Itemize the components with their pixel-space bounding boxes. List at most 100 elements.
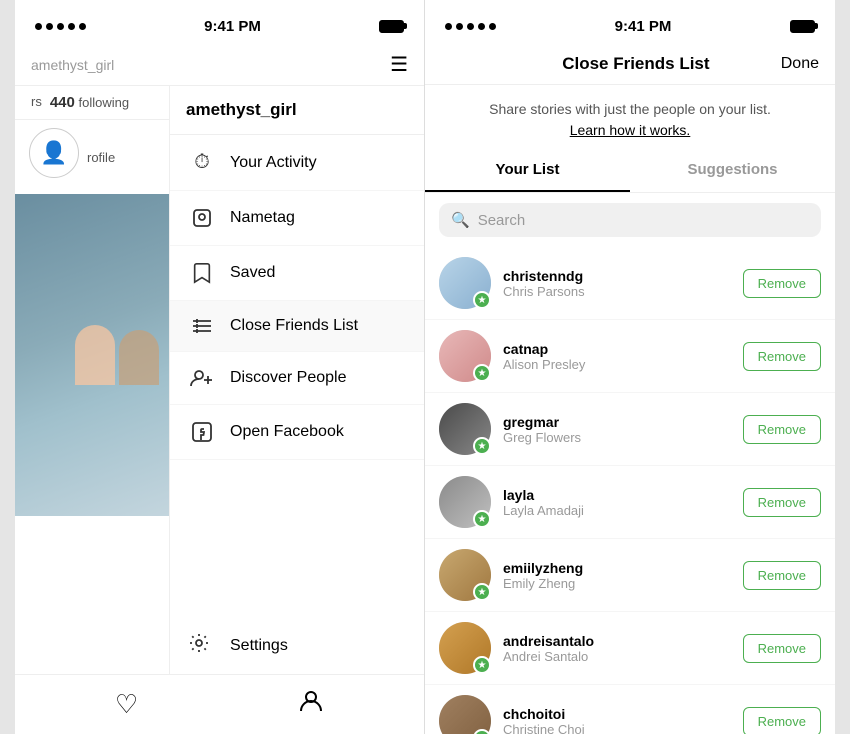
list-item: ★ layla Layla Amadaji Remove: [425, 466, 835, 539]
remove-button[interactable]: Remove: [743, 269, 821, 298]
facebook-icon: [188, 421, 216, 443]
menu-saved-label: Saved: [230, 264, 275, 282]
info-description: Share stories with just the people on yo…: [489, 101, 771, 117]
close-friend-badge: ★: [473, 510, 491, 528]
profile-header: amethyst_girl ☰: [15, 44, 424, 86]
friend-name: Andrei Santalo: [503, 649, 743, 664]
following-stat: 440 following: [50, 94, 129, 111]
add-profile-icon[interactable]: 👤: [29, 128, 79, 178]
nav-heart[interactable]: ♡: [115, 689, 138, 720]
status-bar-left: 9:41 PM: [15, 0, 424, 44]
close-friends-title: Close Friends List: [562, 54, 709, 74]
close-friend-badge: ★: [473, 656, 491, 674]
username-label: amethyst_girl: [31, 57, 114, 73]
status-time-left: 9:41 PM: [204, 18, 261, 35]
done-button[interactable]: Done: [781, 55, 819, 73]
close-friend-badge: ★: [473, 437, 491, 455]
avatar: ★: [439, 622, 491, 674]
remove-button[interactable]: Remove: [743, 488, 821, 517]
info-link[interactable]: Learn how it works.: [570, 122, 691, 138]
remove-button[interactable]: Remove: [743, 634, 821, 663]
menu-item-discover[interactable]: Discover People: [170, 352, 424, 405]
settings-label: Settings: [230, 637, 288, 655]
status-time-right: 9:41 PM: [615, 18, 672, 35]
right-phone: 9:41 PM Close Friends List Done Share st…: [425, 0, 835, 734]
menu-item-saved[interactable]: Saved: [170, 246, 424, 301]
avatar: ★: [439, 330, 491, 382]
status-bar-right: 9:41 PM: [425, 0, 835, 44]
friend-name: Layla Amadaji: [503, 503, 743, 518]
menu-item-nametag[interactable]: Nametag: [170, 191, 424, 246]
search-placeholder: Search: [478, 212, 526, 229]
close-friend-badge: ★: [473, 364, 491, 382]
discover-icon: [188, 368, 216, 388]
friend-name: Christine Choi: [503, 722, 743, 734]
remove-button[interactable]: Remove: [743, 415, 821, 444]
friend-info: chchoitoi Christine Choi: [503, 706, 743, 734]
profile-link: rofile: [87, 150, 115, 165]
remove-button[interactable]: Remove: [743, 342, 821, 371]
nametag-icon: [188, 207, 216, 229]
settings-icon: [188, 632, 216, 660]
friend-username: layla: [503, 487, 743, 503]
friend-name: Greg Flowers: [503, 430, 743, 445]
close-friends-icon: [188, 317, 216, 335]
friend-info: andreisantalo Andrei Santalo: [503, 633, 743, 664]
friend-info: christenndg Chris Parsons: [503, 268, 743, 299]
following-label: following: [79, 95, 130, 110]
signal-dots: [35, 23, 86, 30]
tabs-container: Your List Suggestions: [425, 149, 835, 193]
friend-info: catnap Alison Presley: [503, 341, 743, 372]
avatar: ★: [439, 695, 491, 734]
friend-username: chchoitoi: [503, 706, 743, 722]
friend-info: emiilyzheng Emily Zheng: [503, 560, 743, 591]
close-friend-badge: ★: [473, 291, 491, 309]
friend-name: Emily Zheng: [503, 576, 743, 591]
avatar: ★: [439, 549, 491, 601]
menu-nametag-label: Nametag: [230, 209, 295, 227]
activity-icon: ⏱: [188, 151, 216, 174]
menu-item-activity[interactable]: ⏱ Your Activity: [170, 135, 424, 191]
tab-suggestions[interactable]: Suggestions: [630, 149, 835, 192]
friend-info: gregmar Greg Flowers: [503, 414, 743, 445]
followers-label: rs: [31, 94, 42, 109]
menu-item-close-friends[interactable]: Close Friends List: [170, 301, 424, 352]
menu-discover-label: Discover People: [230, 369, 347, 387]
friend-username: christenndg: [503, 268, 743, 284]
list-item: ★ catnap Alison Presley Remove: [425, 320, 835, 393]
hamburger-menu-icon[interactable]: ☰: [390, 52, 408, 77]
friend-name: Alison Presley: [503, 357, 743, 372]
profile-area: rs 440 following 👤 rofile: [15, 86, 424, 674]
avatar: ★: [439, 476, 491, 528]
remove-button[interactable]: Remove: [743, 707, 821, 734]
friend-username: catnap: [503, 341, 743, 357]
dropdown-menu: amethyst_girl ⏱ Your Activity Nametag: [169, 86, 424, 674]
info-text: Share stories with just the people on yo…: [425, 85, 835, 149]
nav-person[interactable]: [298, 688, 324, 721]
battery-icon-right: [790, 20, 815, 33]
menu-item-settings[interactable]: Settings: [170, 618, 424, 674]
friend-info: layla Layla Amadaji: [503, 487, 743, 518]
list-item: ★ chchoitoi Christine Choi Remove: [425, 685, 835, 734]
avatar: ★: [439, 257, 491, 309]
avatar: ★: [439, 403, 491, 455]
close-friend-badge: ★: [473, 583, 491, 601]
list-item: ★ christenndg Chris Parsons Remove: [425, 247, 835, 320]
bottom-nav: ♡: [15, 674, 424, 734]
dropdown-username: amethyst_girl: [170, 86, 424, 135]
friend-username: andreisantalo: [503, 633, 743, 649]
search-bar[interactable]: 🔍 Search: [439, 203, 821, 237]
remove-button[interactable]: Remove: [743, 561, 821, 590]
saved-icon: [188, 262, 216, 284]
friend-name: Chris Parsons: [503, 284, 743, 299]
following-count: 440: [50, 94, 75, 111]
menu-facebook-label: Open Facebook: [230, 423, 344, 441]
friend-username: gregmar: [503, 414, 743, 430]
search-icon: 🔍: [451, 211, 470, 229]
list-item: ★ andreisantalo Andrei Santalo Remove: [425, 612, 835, 685]
signal-dots-right: [445, 23, 496, 30]
menu-item-facebook[interactable]: Open Facebook: [170, 405, 424, 460]
battery-icon-left: [379, 20, 404, 33]
followers-stat: rs: [31, 94, 42, 111]
tab-your-list[interactable]: Your List: [425, 149, 630, 192]
